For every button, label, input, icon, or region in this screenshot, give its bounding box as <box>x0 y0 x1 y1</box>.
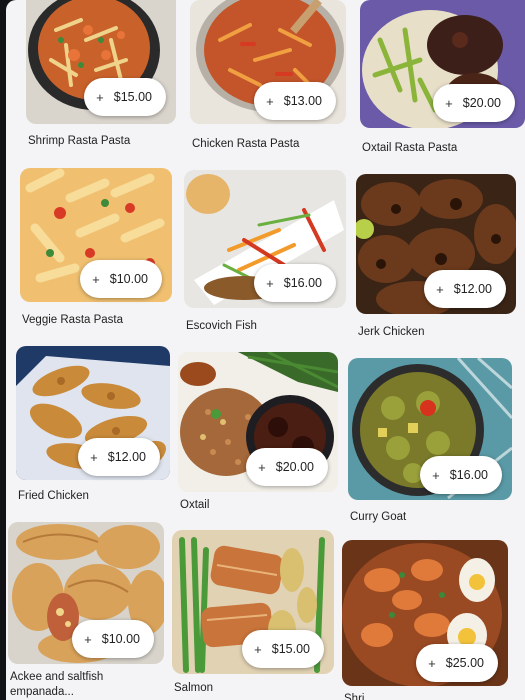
menu-item-oxtail-rasta-pasta[interactable]: + $20.00 Oxtail Rasta Pasta <box>360 0 525 160</box>
plus-icon: + <box>84 631 92 647</box>
item-price: $10.00 <box>109 272 148 286</box>
add-to-cart-button[interactable]: + $15.00 <box>84 78 166 116</box>
item-name: Salmon <box>174 682 213 694</box>
plus-icon: + <box>432 467 440 483</box>
item-name: Shrimp Rasta Pasta <box>28 135 131 147</box>
add-to-cart-button[interactable]: + $13.00 <box>254 82 336 120</box>
menu-item-jerk-chicken[interactable]: + $12.00 Jerk Chicken <box>356 174 516 342</box>
item-name: Escovich Fish <box>186 320 257 332</box>
add-to-cart-button[interactable]: + $20.00 <box>433 84 515 122</box>
add-to-cart-button[interactable]: + $15.00 <box>242 630 324 668</box>
item-name: Oxtail <box>180 499 210 511</box>
item-price: $12.00 <box>453 282 492 296</box>
plus-icon: + <box>436 281 444 297</box>
menu-item-ackee-and-saltfish-empanada[interactable]: + $10.00 Ackee and saltfish empanada... <box>8 522 164 700</box>
add-to-cart-button[interactable]: + $20.00 <box>246 448 328 486</box>
item-name: Oxtail Rasta Pasta <box>362 142 458 154</box>
plus-icon: + <box>258 459 266 475</box>
add-to-cart-button[interactable]: + $16.00 <box>420 456 502 494</box>
add-to-cart-button[interactable]: + $12.00 <box>78 438 160 476</box>
plus-icon: + <box>266 93 274 109</box>
item-price: $16.00 <box>283 276 322 290</box>
item-name: Fried Chicken <box>18 490 89 502</box>
add-to-cart-button[interactable]: + $16.00 <box>254 264 336 302</box>
menu-item-fried-chicken[interactable]: + $12.00 Fried Chicken <box>16 346 170 506</box>
item-name: Shri... <box>344 693 375 700</box>
plus-icon: + <box>92 271 100 287</box>
item-price: $15.00 <box>271 642 310 656</box>
item-price: $25.00 <box>445 656 484 670</box>
item-name: Jerk Chicken <box>358 326 425 338</box>
plus-icon: + <box>428 655 436 671</box>
item-price: $20.00 <box>275 460 314 474</box>
item-price: $15.00 <box>113 90 152 104</box>
menu-screen: + $15.00 Shrimp Rasta Pasta + $13.00 Chi… <box>6 0 525 700</box>
item-price: $10.00 <box>101 632 140 646</box>
menu-item-shrimp[interactable]: + $25.00 Shri... <box>342 540 508 700</box>
menu-item-chicken-rasta-pasta[interactable]: + $13.00 Chicken Rasta Pasta <box>190 0 346 160</box>
add-to-cart-button[interactable]: + $10.00 <box>80 260 162 298</box>
plus-icon: + <box>445 95 453 111</box>
item-price: $20.00 <box>462 96 501 110</box>
item-name: Curry Goat <box>350 511 407 523</box>
menu-item-shrimp-rasta-pasta[interactable]: + $15.00 Shrimp Rasta Pasta <box>26 0 176 160</box>
item-name: Ackee and saltfish empanada... <box>10 671 104 698</box>
add-to-cart-button[interactable]: + $10.00 <box>72 620 154 658</box>
plus-icon: + <box>266 275 274 291</box>
item-price: $16.00 <box>449 468 488 482</box>
menu-item-oxtail[interactable]: + $20.00 Oxtail <box>178 352 338 516</box>
item-price: $13.00 <box>283 94 322 108</box>
item-name: Veggie Rasta Pasta <box>22 314 124 326</box>
menu-item-escovich-fish[interactable]: + $16.00 Escovich Fish <box>184 170 346 334</box>
add-to-cart-button[interactable]: + $12.00 <box>424 270 506 308</box>
menu-item-veggie-rasta-pasta[interactable]: + $10.00 Veggie Rasta Pasta <box>20 168 172 328</box>
add-to-cart-button[interactable]: + $25.00 <box>416 644 498 682</box>
menu-item-curry-goat[interactable]: + $16.00 Curry Goat <box>348 358 512 524</box>
menu-item-salmon[interactable]: + $15.00 Salmon <box>172 530 334 700</box>
plus-icon: + <box>90 449 98 465</box>
plus-icon: + <box>254 641 262 657</box>
item-name: Chicken Rasta Pasta <box>192 138 300 150</box>
plus-icon: + <box>96 89 104 105</box>
item-price: $12.00 <box>107 450 146 464</box>
